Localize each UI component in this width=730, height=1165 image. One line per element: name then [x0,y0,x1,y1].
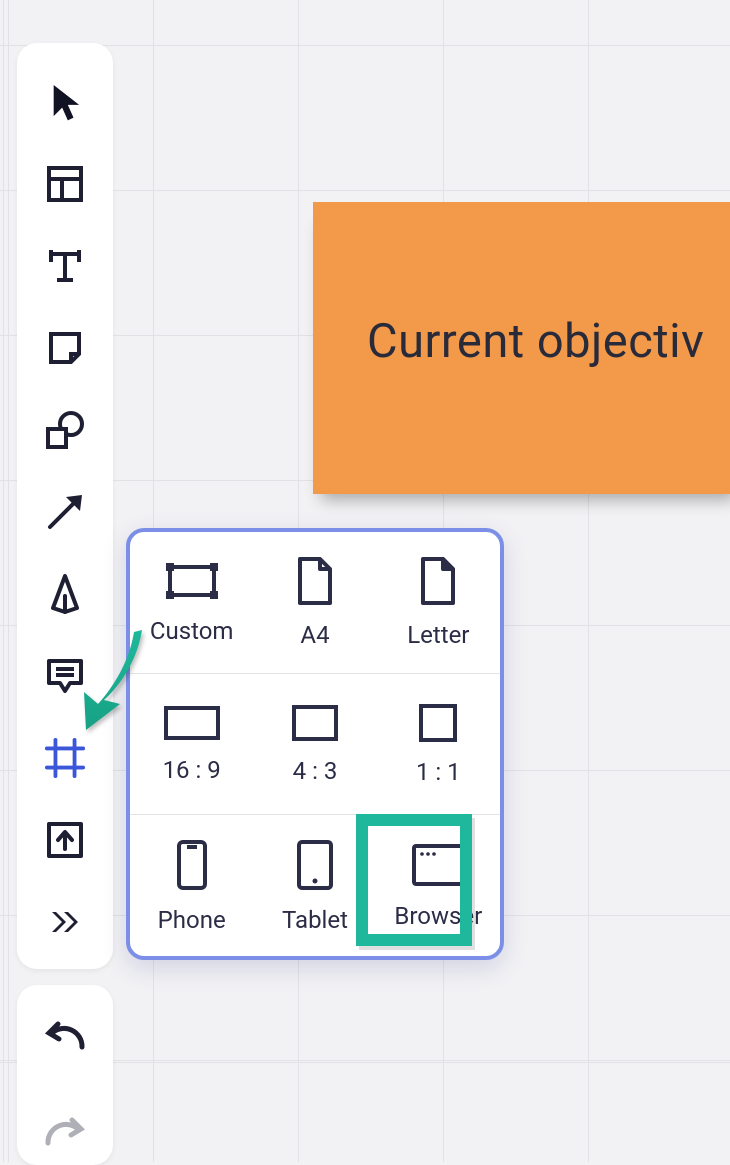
more-tools[interactable] [44,901,86,943]
frame-popover-row: Custom A4 Letter [130,532,500,673]
frame-option-label: Browser [394,902,482,930]
frame-size-popover: Custom A4 Letter 16 : 9 4 : 3 1 : 1 Phon… [126,528,504,960]
pen-tool[interactable] [44,573,86,615]
frame-option-label: Tablet [282,906,348,934]
frame-option-label: Phone [158,906,226,934]
toolbar [17,43,113,969]
comment-tool[interactable] [44,655,86,697]
upload-tool[interactable] [44,819,86,861]
frame-option-label: Letter [407,621,469,649]
frame-option-a4[interactable]: A4 [253,532,376,673]
frame-option-label: A4 [300,621,329,649]
note-tool[interactable] [44,327,86,369]
frame-option-4-3[interactable]: 4 : 3 [253,674,376,815]
select-tool[interactable] [44,81,86,123]
frame-option-label: 16 : 9 [163,756,221,784]
frame-option-16-9[interactable]: 16 : 9 [130,674,253,815]
history-toolbar [17,985,113,1165]
frame-option-phone[interactable]: Phone [130,815,253,956]
arrow-tool[interactable] [44,491,86,533]
frame-tool[interactable] [44,737,86,779]
sticky-note-text: Current objectiv [367,314,704,369]
frame-option-1-1[interactable]: 1 : 1 [377,674,500,815]
shape-tool[interactable] [44,409,86,451]
frame-option-letter[interactable]: Letter [377,532,500,673]
undo-button[interactable] [44,1015,86,1057]
container-tool[interactable] [44,163,86,205]
text-tool[interactable] [44,245,86,287]
frame-popover-row: 16 : 9 4 : 3 1 : 1 [130,673,500,815]
redo-button[interactable] [44,1111,86,1153]
frame-popover-row: Phone Tablet Browser [130,814,500,956]
frame-option-label: 4 : 3 [293,757,338,785]
frame-option-tablet[interactable]: Tablet [253,815,376,956]
frame-option-label: 1 : 1 [416,758,461,786]
frame-option-browser[interactable]: Browser [377,815,500,956]
sticky-note[interactable]: Current objectiv [313,202,730,494]
frame-option-custom[interactable]: Custom [130,532,253,673]
frame-option-label: Custom [150,617,234,645]
